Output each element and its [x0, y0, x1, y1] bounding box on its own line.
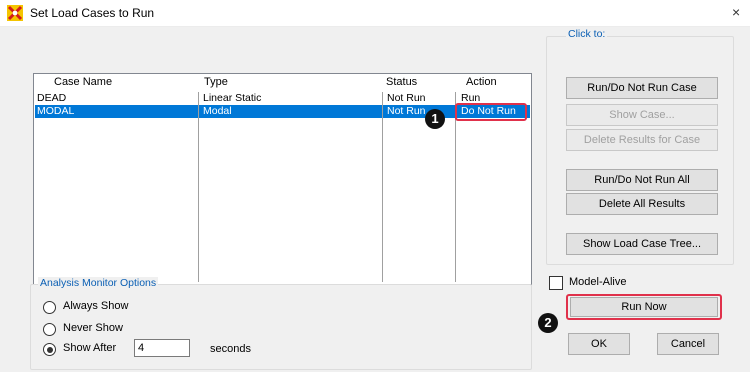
callout-2: 2 — [538, 313, 558, 333]
never-show-label: Never Show — [63, 322, 123, 334]
never-show-radio[interactable] — [43, 323, 56, 336]
show-after-label: Show After — [63, 342, 117, 354]
cell-case-name: DEAD — [37, 92, 67, 104]
show-after-radio[interactable] — [43, 343, 56, 356]
action-highlight — [455, 103, 527, 121]
header-case-name: Case Name — [54, 76, 113, 88]
monitor-options-title: Analysis Monitor Options — [38, 277, 159, 289]
header-type: Type — [204, 76, 228, 88]
cell-type: Modal — [203, 105, 232, 117]
model-alive-checkbox[interactable] — [549, 276, 563, 290]
cell-status: Not Run — [387, 92, 426, 104]
ok-button[interactable]: OK — [568, 333, 630, 355]
show-case-button[interactable]: Show Case... — [566, 104, 718, 126]
window-title: Set Load Cases to Run — [30, 6, 155, 20]
run-now-highlight — [566, 294, 722, 320]
load-case-list[interactable]: Case Name Type Status Action DEAD Linear… — [33, 73, 532, 285]
delete-all-results-button[interactable]: Delete All Results — [566, 193, 718, 215]
run-do-not-run-all-button[interactable]: Run/Do Not Run All — [566, 169, 718, 191]
cell-status: Not Run — [387, 105, 426, 117]
header-action: Action — [466, 76, 497, 88]
seconds-input[interactable]: 4 — [134, 339, 190, 357]
click-to-title: Click to: — [566, 28, 608, 40]
always-show-label: Always Show — [63, 300, 129, 312]
seconds-label: seconds — [210, 343, 251, 355]
cancel-button[interactable]: Cancel — [657, 333, 719, 355]
show-load-case-tree-button[interactable]: Show Load Case Tree... — [566, 233, 718, 255]
close-icon[interactable]: × — [732, 4, 740, 20]
header-status: Status — [386, 76, 418, 88]
dialog-body: Case Name Type Status Action DEAD Linear… — [0, 27, 750, 372]
title-bar: Set Load Cases to Run × — [0, 0, 750, 27]
column-divider — [198, 92, 199, 282]
cell-case-name: MODAL — [37, 105, 75, 117]
cell-type: Linear Static — [203, 92, 262, 104]
column-divider — [382, 92, 383, 282]
app-icon — [7, 5, 23, 21]
delete-results-for-case-button[interactable]: Delete Results for Case — [566, 129, 718, 151]
run-do-not-run-case-button[interactable]: Run/Do Not Run Case — [566, 77, 718, 99]
model-alive-label: Model-Alive — [569, 276, 627, 288]
radio-selected-dot — [46, 346, 53, 353]
callout-1: 1 — [425, 109, 445, 129]
always-show-radio[interactable] — [43, 301, 56, 314]
